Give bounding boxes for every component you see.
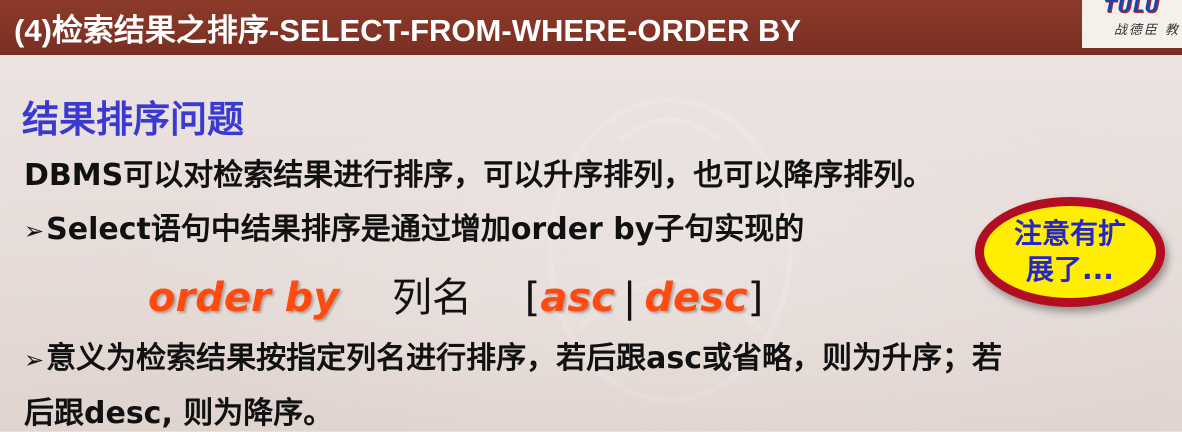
syntax-keyword-asc: asc bbox=[540, 275, 615, 321]
paragraph-dbms-sorting: DBMS可以对检索结果进行排序，可以升序排列，也可以降序排列。 bbox=[24, 158, 934, 193]
arrow-bullet-icon: ➢ bbox=[24, 217, 45, 245]
bullet-meaning: ➢意义为检索结果按指定列名进行排序，若后跟asc或省略，则为升序；若 bbox=[24, 333, 1002, 377]
syntax-separator: | bbox=[622, 275, 637, 321]
section-heading: 结果排序问题 bbox=[22, 98, 244, 141]
callout-line-2: 展了... bbox=[1026, 253, 1114, 286]
callout-bubble: 注意有扩 展了... bbox=[975, 197, 1165, 307]
syntax-close-bracket: ] bbox=[747, 275, 764, 321]
bullet-text: Select语句中结果排序是通过增加order by子句实现的 bbox=[46, 212, 805, 247]
syntax-example: order by 列名 [asc | desc] bbox=[148, 265, 763, 323]
logo: TULU 战德臣 教 bbox=[1082, 0, 1182, 48]
logo-mark: TULU bbox=[1104, 0, 1160, 17]
bullet-order-by-clause: ➢Select语句中结果排序是通过增加order by子句实现的 bbox=[24, 204, 804, 248]
syntax-column-name: 列名 bbox=[392, 275, 473, 321]
syntax-open-bracket: [ bbox=[524, 275, 541, 321]
arrow-bullet-icon: ➢ bbox=[24, 346, 45, 374]
bullet-meaning-continuation: 后跟desc, 则为降序。 bbox=[24, 396, 334, 431]
callout-line-1: 注意有扩 bbox=[1013, 217, 1126, 250]
slide-title: (4)检索结果之排序-SELECT-FROM-WHERE-ORDER BY bbox=[14, 13, 802, 48]
logo-caption: 战德臣 教 bbox=[1113, 23, 1180, 38]
bullet-text: 意义为检索结果按指定列名进行排序，若后跟asc或省略，则为升序；若 bbox=[46, 341, 1002, 376]
syntax-keyword-desc: desc bbox=[644, 275, 748, 321]
syntax-keyword-order-by: order by bbox=[148, 275, 340, 321]
title-bar: (4)检索结果之排序-SELECT-FROM-WHERE-ORDER BY TU… bbox=[0, 0, 1182, 55]
